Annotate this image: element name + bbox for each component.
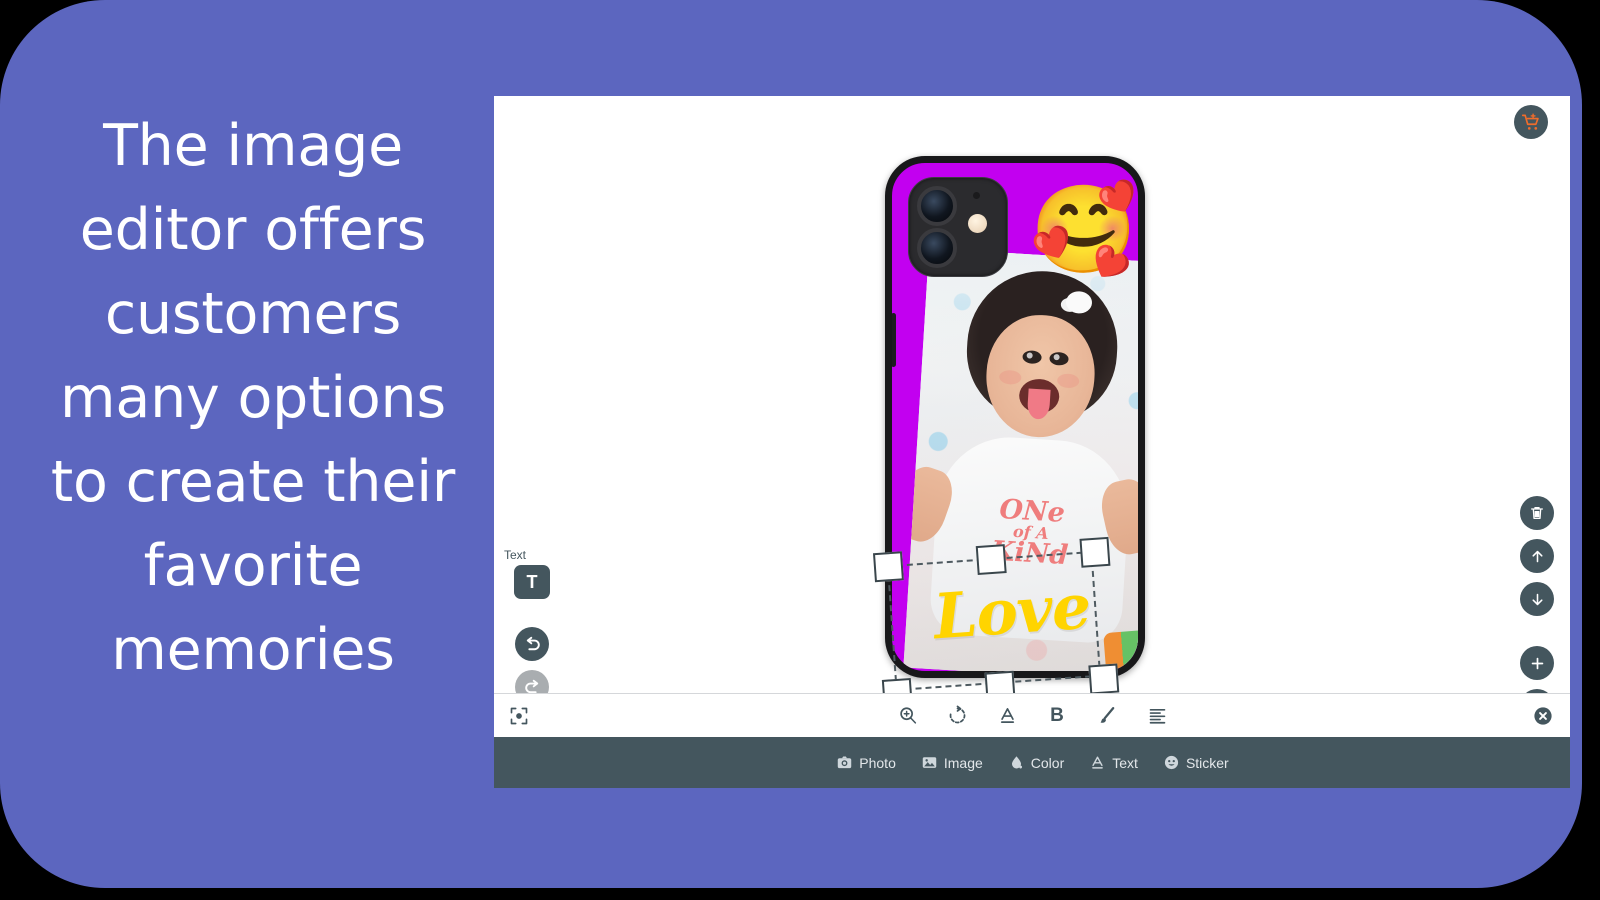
baby-cheek-left <box>998 369 1022 385</box>
text-toolbar-right <box>1530 703 1556 729</box>
nav-item-sticker[interactable]: Sticker <box>1162 753 1229 772</box>
brush-button[interactable] <box>1094 703 1120 729</box>
camera-microphone <box>973 192 980 199</box>
delete-layer-button[interactable] <box>1520 496 1554 530</box>
rotate-icon <box>949 705 965 724</box>
slide-caption: The image editor offers customers many o… <box>50 113 456 683</box>
baby-eye-left <box>1021 349 1042 364</box>
send-backward-button[interactable] <box>1520 582 1554 616</box>
left-tool-column: Text T <box>502 548 562 704</box>
phone-side-button <box>892 313 896 367</box>
text-tool-glyph: T <box>526 571 538 592</box>
trash-icon <box>1531 507 1543 519</box>
nav-item-color[interactable]: Color <box>1007 753 1064 772</box>
camera-icon <box>835 753 854 772</box>
selection-bounding-box[interactable] <box>872 536 1120 709</box>
baby-tongue <box>1026 388 1051 420</box>
resize-handle-top-right[interactable] <box>1079 536 1111 568</box>
bold-icon: B <box>1050 704 1064 726</box>
smiley-icon <box>1162 753 1181 772</box>
close-circle-icon <box>1534 706 1552 725</box>
bold-button[interactable]: B <box>1044 703 1070 729</box>
camera-lens-bottom <box>917 228 957 268</box>
align-icon <box>1149 708 1165 724</box>
editor-canvas[interactable]: ONe of A KiNd 🥰 Love Text T <box>494 96 1570 716</box>
brush-icon <box>1100 707 1114 723</box>
undo-wrapper <box>515 627 549 661</box>
text-tool-button[interactable]: T <box>514 565 550 599</box>
bring-forward-button[interactable] <box>1520 539 1554 573</box>
active-tool-label: Text <box>504 548 527 562</box>
baby-cheek-right <box>1057 372 1080 389</box>
paint-drop-icon <box>1007 753 1026 772</box>
nav-item-text[interactable]: Text <box>1088 753 1138 772</box>
arrow-up-icon <box>1531 550 1543 562</box>
camera-flash <box>968 214 987 233</box>
camera-lens-top <box>917 186 957 226</box>
align-button[interactable] <box>1144 703 1170 729</box>
text-style-toolbar: B <box>494 693 1570 737</box>
sticker-layer-emoji[interactable]: 🥰 <box>1030 187 1137 273</box>
text-toolbar-icons: B <box>494 703 1570 729</box>
phone-case-preview[interactable]: ONe of A KiNd 🥰 Love <box>872 150 1151 709</box>
screenshot-root: The image editor offers customers many o… <box>0 0 1600 900</box>
undo-button[interactable] <box>515 627 549 661</box>
nav-label-color: Color <box>1030 754 1065 771</box>
close-text-toolbar-button[interactable] <box>1530 703 1556 729</box>
rotate-button[interactable] <box>944 703 970 729</box>
nav-label-text: Text <box>1112 754 1138 771</box>
undo-icon <box>526 636 540 650</box>
picture-icon <box>920 753 939 772</box>
arrow-down-icon <box>1531 593 1543 605</box>
resize-handle-top-center[interactable] <box>975 544 1007 576</box>
nav-item-image[interactable]: Image <box>920 753 983 772</box>
nav-item-photo[interactable]: Photo <box>835 753 896 772</box>
underline-button[interactable] <box>994 703 1020 729</box>
add-to-cart-icon <box>1521 112 1539 130</box>
add-to-cart-button[interactable] <box>1514 105 1548 139</box>
underline-a-icon <box>1000 708 1014 724</box>
plus-icon <box>1531 657 1543 669</box>
resize-handle-top-left[interactable] <box>872 551 904 583</box>
baby-eye-right <box>1048 351 1069 366</box>
text-size-button[interactable] <box>894 703 920 729</box>
camera-module <box>908 177 1008 277</box>
resize-handle-bottom-right[interactable] <box>1088 663 1120 695</box>
nav-label-sticker: Sticker <box>1185 754 1229 771</box>
right-tool-column <box>1520 496 1554 716</box>
zoom-in-button[interactable] <box>1520 646 1554 680</box>
image-editor-panel: ONe of A KiNd 🥰 Love Text T B Photo Imag… <box>494 96 1570 788</box>
editor-bottom-nav: Photo Image Color Text Sticker <box>494 737 1570 788</box>
magnifier-plus-icon <box>899 707 916 724</box>
nav-label-image: Image <box>943 754 983 771</box>
text-a-icon <box>1088 753 1107 772</box>
nav-label-photo: Photo <box>859 754 896 771</box>
